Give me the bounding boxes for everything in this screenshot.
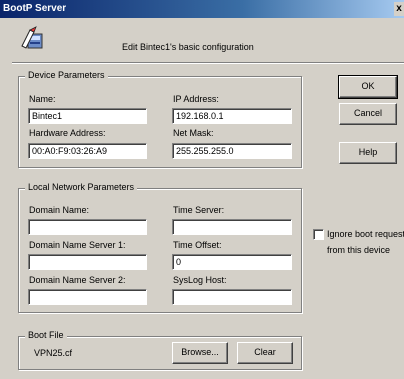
help-button[interactable]: Help bbox=[339, 142, 397, 164]
ip-address-label: IP Address: bbox=[173, 94, 219, 104]
time-offset-label: Time Offset: bbox=[173, 240, 222, 250]
local-network-legend: Local Network Parameters bbox=[25, 182, 138, 192]
time-server-field[interactable] bbox=[172, 219, 292, 235]
time-offset-field[interactable] bbox=[172, 254, 292, 270]
device-parameters-legend: Device Parameters bbox=[25, 70, 108, 80]
header-divider bbox=[12, 62, 404, 64]
browse-button[interactable]: Browse... bbox=[172, 342, 228, 364]
clear-button[interactable]: Clear bbox=[237, 342, 293, 364]
ok-button[interactable]: OK bbox=[338, 75, 398, 99]
header-description: Edit Bintec1's basic configuration bbox=[122, 42, 254, 52]
ignore-boot-checkbox[interactable] bbox=[313, 229, 324, 240]
dns1-field[interactable] bbox=[28, 254, 147, 270]
window-title: BootP Server bbox=[3, 3, 67, 14]
ignore-boot-label[interactable]: Ignore boot request bbox=[327, 229, 404, 239]
boot-file-legend: Boot File bbox=[25, 330, 67, 340]
name-label: Name: bbox=[29, 94, 56, 104]
cancel-button[interactable]: Cancel bbox=[339, 103, 397, 125]
dns2-field[interactable] bbox=[28, 289, 147, 305]
hardware-address-label: Hardware Address: bbox=[29, 128, 106, 138]
ip-address-field[interactable] bbox=[172, 108, 292, 124]
time-server-label: Time Server: bbox=[173, 205, 225, 215]
dns2-label: Domain Name Server 2: bbox=[29, 275, 126, 285]
syslog-host-field[interactable] bbox=[172, 289, 292, 305]
ignore-boot-label-line2: from this device bbox=[327, 245, 391, 255]
domain-name-field[interactable] bbox=[28, 219, 147, 235]
server-config-icon bbox=[21, 26, 43, 49]
syslog-host-label: SysLog Host: bbox=[173, 275, 227, 285]
domain-name-label: Domain Name: bbox=[29, 205, 90, 215]
boot-file-value: VPN25.cf bbox=[34, 348, 73, 358]
bootp-server-dialog: BootP Server x Edit Bintec1's basic conf… bbox=[0, 0, 404, 379]
net-mask-label: Net Mask: bbox=[173, 128, 214, 138]
dns1-label: Domain Name Server 1: bbox=[29, 240, 126, 250]
name-field[interactable] bbox=[28, 108, 147, 124]
net-mask-field[interactable] bbox=[172, 143, 292, 159]
title-bar: BootP Server bbox=[0, 0, 404, 18]
close-button[interactable]: x bbox=[394, 2, 404, 16]
hardware-address-field[interactable] bbox=[28, 143, 147, 159]
